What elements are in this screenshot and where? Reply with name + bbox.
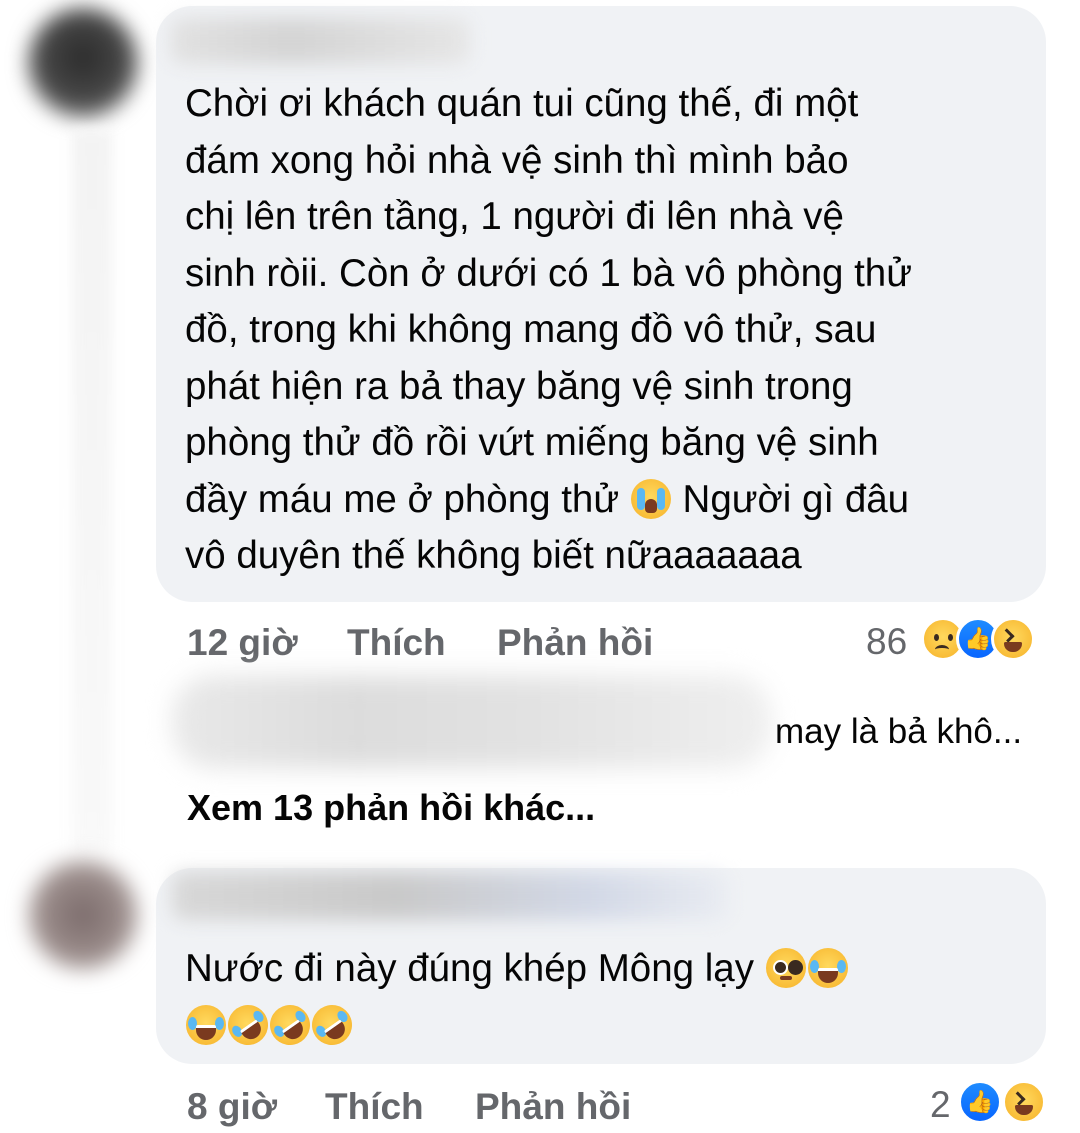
reaction-count: 2: [930, 1084, 951, 1125]
comment-text: Nước đi này đúng khép Mông lạy: [185, 941, 849, 1054]
face-with-tears-of-joy-icon: [186, 1004, 226, 1045]
commenter-avatar[interactable]: [28, 8, 138, 118]
haha-reaction-icon: [991, 617, 1035, 661]
reply-author-blurred[interactable]: [172, 676, 772, 768]
comment-timestamp[interactable]: 8 giờ: [187, 1086, 277, 1128]
comment-line: vô duyên thế không biết nữaaaaaaa: [185, 534, 802, 577]
comment-text: Chời ơi khách quán tui cũng thế, đi một …: [185, 76, 912, 585]
commenter-name-blurred[interactable]: [172, 872, 728, 920]
comment-line: chị lên trên tầng, 1 người đi lên nhà vệ: [185, 195, 844, 238]
comment-line: phát hiện ra bả thay băng vệ sinh trong: [185, 364, 853, 408]
rolling-on-the-floor-laughing-icon: [304, 996, 360, 1053]
commenter-avatar[interactable]: [28, 860, 138, 970]
reply-button[interactable]: Phản hồi: [475, 1086, 631, 1128]
comment-segment: Nước đi này đúng khép Mông lạy: [185, 947, 754, 990]
reply-thread-line: [72, 130, 112, 850]
reply-preview-text[interactable]: may là bả khô...: [775, 712, 1022, 752]
like-button[interactable]: Thích: [347, 622, 446, 664]
comment-line: đám xong hỏi nhà vệ sinh thì mình bảo: [185, 138, 849, 182]
emoji-line: [185, 996, 849, 1055]
comment-line: Chời ơi khách quán tui cũng thế, đi một: [185, 82, 859, 125]
haha-reaction-icon: [1002, 1080, 1046, 1124]
rolling-on-the-floor-laughing-icon: [220, 996, 276, 1053]
face-with-tears-of-joy-icon: [807, 948, 848, 988]
like-button[interactable]: Thích: [325, 1086, 424, 1128]
comment-segment: Người gì đâu: [682, 477, 910, 521]
comment-line: đồ, trong khi không mang đồ vô thử, sau: [185, 308, 877, 351]
commenter-name-blurred[interactable]: [170, 18, 470, 64]
rolling-on-the-floor-laughing-icon: [262, 996, 318, 1053]
reply-button[interactable]: Phản hồi: [497, 622, 653, 664]
view-more-replies-link[interactable]: Xem 13 phản hồi khác...: [187, 787, 595, 829]
like-reaction-icon: 👍: [958, 1080, 1002, 1124]
comment-segment: đầy máu me ở phòng thử: [185, 477, 620, 521]
comment-line-with-emoji: đầy máu me ở phòng thử Người gì đâu: [185, 472, 912, 529]
pleading-face-icon: [765, 948, 806, 988]
comment-line: sinh ròii. Còn ở dưới có 1 bà vô phòng t…: [185, 251, 912, 295]
comment-line-with-emoji: Nước đi này đúng khép Mông lạy: [185, 941, 849, 998]
loudly-crying-face-icon: [630, 478, 671, 519]
comment-line: phòng thử đồ rồi vứt miếng băng vệ sinh: [185, 421, 879, 464]
reaction-count: 86: [866, 621, 908, 662]
comment-timestamp[interactable]: 12 giờ: [187, 622, 298, 664]
